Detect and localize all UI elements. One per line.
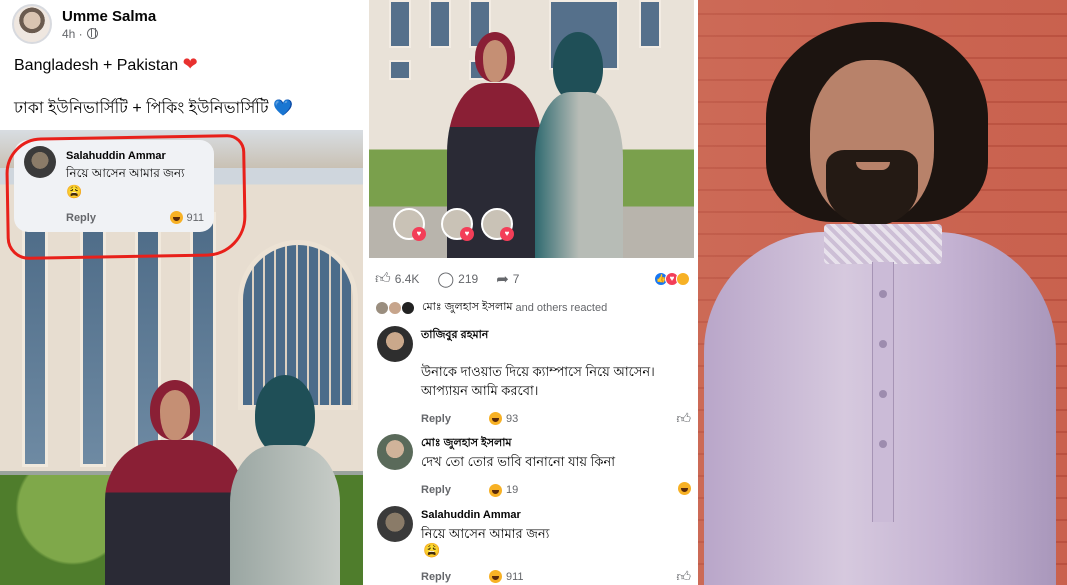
- like-count-value: 6.4K: [394, 272, 420, 286]
- share-count-value: 7: [512, 272, 520, 286]
- kurta-button: [879, 390, 887, 398]
- building-window: [389, 60, 411, 80]
- blue-heart-icon: 💙: [273, 100, 293, 117]
- reaction-avatar[interactable]: ♥: [441, 208, 474, 241]
- commenter-avatar[interactable]: [377, 326, 413, 362]
- thumbs-up-icon: 👍︎: [375, 270, 391, 287]
- commenter-avatar[interactable]: [377, 434, 413, 470]
- author-avatar[interactable]: [12, 4, 52, 44]
- reaction-count: 93: [505, 412, 519, 425]
- post-header: Umme Salma 4h ·: [12, 2, 156, 46]
- comment-reactions[interactable]: 911: [488, 570, 524, 583]
- reactor-avatar: [375, 300, 389, 315]
- highlight-circle: [4, 133, 248, 261]
- reply-button[interactable]: Reply: [421, 413, 451, 425]
- share-count[interactable]: ➦ 7: [496, 270, 519, 288]
- post-text-line-2: ঢাকা ইউনিভার্সিটি + পিকিং ইউনিভার্সিটি 💙: [14, 95, 293, 122]
- haha-reaction-icon: [488, 412, 502, 425]
- kurta-button: [879, 290, 887, 298]
- kurta-button: [879, 340, 887, 348]
- post-author-name[interactable]: Umme Salma: [62, 8, 156, 25]
- reply-button[interactable]: Reply: [421, 484, 451, 496]
- left-post-screenshot: Umme Salma 4h · Bangladesh + Pakistan ❤ …: [0, 0, 363, 585]
- post-text-2: ঢাকা ইউনিভার্সিটি + পিকিং ইউনিভার্সিটি: [14, 100, 269, 117]
- reaction-summary[interactable]: 👍 ♥: [654, 272, 690, 286]
- comment-bubble-icon: ◯: [437, 271, 455, 288]
- red-heart-icon: ❤: [182, 54, 198, 74]
- haha-reaction-icon: [678, 482, 691, 495]
- comment-footer: Reply 911 👍︎: [421, 568, 691, 585]
- haha-reaction-icon: [488, 483, 502, 497]
- post-photo[interactable]: ♥ ♥ ♥: [369, 0, 694, 258]
- globe-icon: [86, 28, 98, 39]
- comment-author[interactable]: মোঃ জুলহাস ইসলাম: [421, 436, 621, 451]
- post-text-1: Bangladesh + Pakistan: [14, 57, 179, 74]
- reaction-avatar[interactable]: ♥: [393, 208, 426, 241]
- reactor-avatar: [401, 300, 415, 315]
- woman-figure-left: [105, 370, 245, 585]
- like-count[interactable]: 👍︎ 6.4K: [375, 270, 419, 288]
- comment-count-value: 219: [458, 272, 479, 286]
- like-comment-icon[interactable]: 👍︎: [676, 568, 691, 585]
- post-meta: Umme Salma 4h ·: [62, 8, 156, 41]
- reactor-name[interactable]: মোঃ জুলহাস ইসলাম: [422, 298, 513, 317]
- comment-reactions[interactable]: 19: [488, 483, 519, 497]
- comment-text: নিয়ে আসেন আমার জন্য: [421, 526, 550, 541]
- love-icon: ♥: [500, 227, 514, 241]
- commenter-avatar[interactable]: [377, 506, 413, 542]
- love-icon: ♥: [412, 227, 426, 241]
- comment-text: দেখ তো তোর ভাবি বানানো যায় কিনা: [421, 454, 616, 469]
- embroidered-collar: [824, 224, 942, 264]
- love-icon: ♥: [460, 227, 474, 241]
- haha-react-icon[interactable]: [678, 482, 691, 498]
- haha-reaction-icon: [488, 570, 502, 583]
- comment-count[interactable]: ◯ 219: [437, 270, 478, 288]
- reply-button[interactable]: Reply: [421, 571, 451, 583]
- post-stats-row: 👍︎ 6.4K ◯ 219 ➦ 7 👍 ♥: [375, 268, 690, 290]
- reaction-avatar[interactable]: ♥: [481, 208, 514, 241]
- comment-item: তাজিবুর রহমান উনাকে দাওয়াত দিয়ে ক্যাম্…: [377, 326, 692, 427]
- comment-reactions[interactable]: 93: [488, 412, 519, 425]
- comment-footer: Reply 19: [421, 482, 691, 498]
- building-window: [389, 0, 411, 48]
- reacted-by-row[interactable]: মোঃ জুলহাস ইসলাম and others reacted: [375, 298, 607, 317]
- reacted-suffix: and others reacted: [515, 301, 608, 314]
- reactor-avatar: [388, 300, 402, 315]
- comment-footer: Reply 93 👍︎: [421, 410, 691, 427]
- share-arrow-icon: ➦: [496, 271, 509, 288]
- middle-post-screenshot: ♥ ♥ ♥ 👍︎ 6.4K ◯ 219 ➦ 7 👍 ♥ মোঃ জুলহাস ই…: [363, 0, 696, 585]
- reaction-count: 19: [505, 484, 519, 496]
- post-time-text: 4h ·: [62, 26, 83, 41]
- tired-face-icon: 😩: [423, 542, 441, 558]
- comment-author[interactable]: Salahuddin Ammar: [421, 508, 621, 523]
- like-comment-icon[interactable]: 👍︎: [676, 410, 691, 427]
- comment-item: মোঃ জুলহাস ইসলাম দেখ তো তোর ভাবি বানানো …: [377, 434, 692, 498]
- haha-reaction-icon: [676, 272, 690, 286]
- comment-text: উনাকে দাওয়াত দিয়ে ক্যাম্পাসে নিয়ে আসে…: [421, 364, 655, 398]
- portrait-photo: [698, 0, 1067, 585]
- kurta-button: [879, 440, 887, 448]
- reaction-count: 911: [505, 570, 524, 583]
- comment-item: Salahuddin Ammar নিয়ে আসেন আমার জন্য 😩 …: [377, 506, 692, 585]
- woman-figure-right: [535, 32, 623, 258]
- post-timestamp: 4h ·: [62, 27, 156, 41]
- building-window: [639, 0, 661, 48]
- woman-figure-right: [230, 375, 340, 585]
- comment-author[interactable]: তাজিবুর রহমান: [421, 328, 541, 343]
- post-text-line-1: Bangladesh + Pakistan ❤: [14, 54, 198, 75]
- mouth: [856, 162, 890, 170]
